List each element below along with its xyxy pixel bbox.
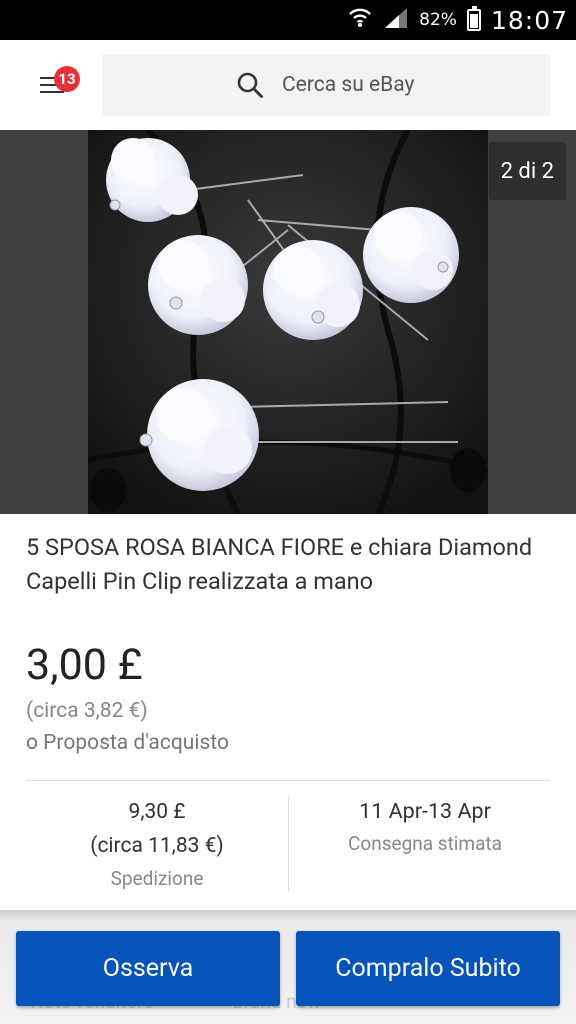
- menu-button[interactable]: 13: [30, 62, 80, 106]
- watch-button[interactable]: Osserva: [16, 931, 280, 1006]
- shipping-label: Spedizione: [110, 867, 204, 890]
- column-divider: [288, 795, 289, 891]
- buy-now-button[interactable]: Compralo Subito: [296, 931, 560, 1006]
- notification-badge: 13: [54, 66, 80, 92]
- search-placeholder: Cerca su eBay: [282, 73, 415, 97]
- shipping-cost: 9,30 £: [128, 800, 186, 824]
- best-offer-text: o Proposta d'acquisto: [26, 731, 229, 755]
- divider: [26, 780, 550, 781]
- clock: 18:07: [490, 5, 568, 35]
- product-photo[interactable]: [88, 130, 488, 514]
- app-header: 13 Cerca su eBay: [0, 40, 576, 130]
- status-bar: 82% 18:07: [0, 0, 576, 40]
- search-bar[interactable]: Cerca su eBay: [102, 54, 550, 116]
- item-title: 5 SPOSA ROSA BIANCA FIORE e chiara Diamo…: [26, 533, 533, 595]
- delivery-label: Consegna stimata: [348, 832, 502, 855]
- item-price: 3,00 £: [26, 640, 143, 690]
- wifi-icon: [347, 5, 373, 35]
- price-approx: (circa 3,82 €): [26, 699, 148, 723]
- battery-percent: 82%: [419, 10, 457, 30]
- image-counter: 2 di 2: [488, 142, 566, 200]
- shipping-cost-approx: (circa 11,83 €): [90, 834, 224, 858]
- image-gallery[interactable]: 2 di 2: [0, 130, 576, 514]
- delivery-dates: 11 Apr-13 Apr: [359, 799, 491, 824]
- cellular-signal-icon: [383, 6, 409, 34]
- search-icon: [237, 72, 263, 98]
- shipping-info: 9,30 £ (circa 11,83 €) Spedizione: [26, 796, 288, 894]
- battery-icon: [466, 6, 481, 31]
- delivery-info: 11 Apr-13 Apr Consegna stimata: [290, 796, 560, 860]
